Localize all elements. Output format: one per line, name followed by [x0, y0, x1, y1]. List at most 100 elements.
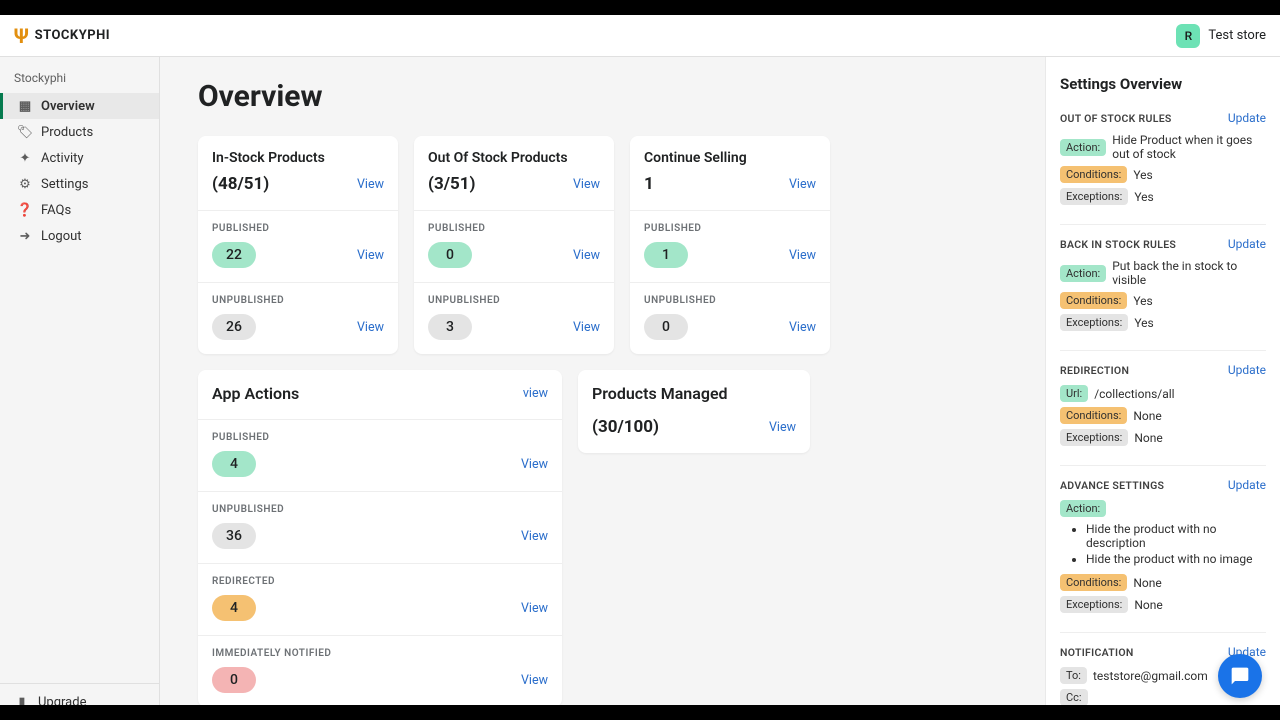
published-count: 22 — [212, 242, 256, 268]
sidebar-item-label: FAQs — [41, 203, 71, 218]
unpublished-label: UNPUBLISHED — [428, 295, 600, 306]
url-tag: Url: — [1060, 385, 1088, 402]
unpublished-count: 26 — [212, 314, 256, 340]
update-link[interactable]: Update — [1228, 237, 1266, 251]
section-title: BACK IN STOCK RULES — [1060, 238, 1176, 251]
action-tag: Action: — [1060, 500, 1106, 517]
brand-icon: Ψ — [14, 24, 29, 48]
brand-logo[interactable]: Ψ STOCKYPHI — [14, 24, 110, 48]
sidebar: Stockyphi ▦ Overview 🏷 Products ✦ Activi… — [0, 57, 160, 720]
action-tag: Action: — [1060, 139, 1106, 156]
conditions-value: Yes — [1133, 168, 1152, 182]
card-title: In-Stock Products — [212, 150, 384, 166]
settings-overview-panel: Settings Overview OUT OF STOCK RULES Upd… — [1045, 57, 1280, 720]
sidebar-item-label: Overview — [41, 99, 95, 114]
section-title: ADVANCE SETTINGS — [1060, 479, 1164, 492]
sidebar-item-overview[interactable]: ▦ Overview — [0, 93, 159, 119]
unpublished-count: 36 — [212, 523, 256, 549]
unpublished-count: 0 — [644, 314, 688, 340]
app-header: Ψ STOCKYPHI R Test store — [0, 15, 1280, 57]
sidebar-item-logout[interactable]: ➜ Logout — [0, 223, 159, 249]
url-value: /collections/all — [1094, 387, 1174, 401]
conditions-value: Yes — [1133, 294, 1152, 308]
section-advance-settings: ADVANCE SETTINGS Update Action: Hide the… — [1060, 478, 1266, 633]
list-item: Hide the product with no image — [1086, 552, 1266, 566]
activity-icon: ✦ — [17, 150, 33, 166]
card-app-actions: App Actions view PUBLISHED 4 View UNPUBL… — [198, 370, 562, 707]
action-tag: Action: — [1060, 265, 1106, 282]
redirected-count: 4 — [212, 595, 256, 621]
view-link[interactable]: View — [521, 601, 548, 616]
exceptions-tag: Exceptions: — [1060, 596, 1128, 613]
view-link[interactable]: View — [357, 248, 384, 263]
unpublished-label: UNPUBLISHED — [212, 504, 548, 515]
sidebar-item-faqs[interactable]: ❓ FAQs — [0, 197, 159, 223]
chat-widget-button[interactable] — [1218, 654, 1262, 698]
published-label: PUBLISHED — [644, 223, 816, 234]
top-black-bar — [0, 0, 1280, 15]
panel-title: Settings Overview — [1060, 75, 1266, 93]
view-link[interactable]: View — [573, 320, 600, 335]
section-bis-rules: BACK IN STOCK RULES Update Action:Put ba… — [1060, 237, 1266, 351]
store-avatar: R — [1176, 24, 1200, 48]
cc-tag: Cc: — [1060, 689, 1088, 706]
to-value: teststore@gmail.com — [1093, 669, 1208, 683]
card-value: 1 — [644, 174, 654, 194]
products-icon: 🏷 — [17, 124, 33, 140]
update-link[interactable]: Update — [1228, 478, 1266, 492]
view-link[interactable]: View — [789, 248, 816, 263]
sidebar-item-products[interactable]: 🏷 Products — [0, 119, 159, 145]
exceptions-value: Yes — [1134, 190, 1153, 204]
card-value: (30/100) — [592, 417, 659, 437]
redirected-label: REDIRECTED — [212, 576, 548, 587]
exceptions-value: None — [1134, 431, 1162, 445]
unpublished-count: 3 — [428, 314, 472, 340]
published-label: PUBLISHED — [212, 432, 548, 443]
exceptions-tag: Exceptions: — [1060, 188, 1128, 205]
exceptions-value: Yes — [1134, 316, 1153, 330]
update-link[interactable]: Update — [1228, 111, 1266, 125]
view-link[interactable]: View — [573, 248, 600, 263]
card-title: Products Managed — [592, 384, 796, 403]
conditions-tag: Conditions: — [1060, 292, 1127, 309]
published-label: PUBLISHED — [428, 223, 600, 234]
view-link[interactable]: View — [521, 457, 548, 472]
view-link[interactable]: View — [521, 673, 548, 688]
published-count: 4 — [212, 451, 256, 477]
section-title: REDIRECTION — [1060, 364, 1129, 377]
view-link[interactable]: view — [523, 386, 548, 401]
card-value: (3/51) — [428, 174, 475, 194]
sidebar-item-label: Logout — [41, 229, 82, 244]
bottom-black-bar — [0, 705, 1280, 720]
card-continue-selling: Continue Selling 1 View PUBLISHED 1 View — [630, 136, 830, 354]
view-link[interactable]: View — [357, 177, 384, 192]
help-icon: ❓ — [17, 202, 33, 218]
card-instock: In-Stock Products (48/51) View PUBLISHED… — [198, 136, 398, 354]
logout-icon: ➜ — [17, 228, 33, 244]
brand-name: STOCKYPHI — [35, 28, 111, 43]
view-link[interactable]: View — [789, 177, 816, 192]
update-link[interactable]: Update — [1228, 363, 1266, 377]
sidebar-item-label: Products — [41, 125, 93, 140]
view-link[interactable]: View — [769, 420, 796, 435]
sidebar-item-settings[interactable]: ⚙ Settings — [0, 171, 159, 197]
store-switcher[interactable]: R Test store — [1176, 24, 1266, 48]
unpublished-label: UNPUBLISHED — [212, 295, 384, 306]
card-title: Continue Selling — [644, 150, 816, 166]
view-link[interactable]: View — [573, 177, 600, 192]
conditions-value: None — [1133, 576, 1161, 590]
to-tag: To: — [1060, 667, 1087, 684]
card-outofstock: Out Of Stock Products (3/51) View PUBLIS… — [414, 136, 614, 354]
card-value: (48/51) — [212, 174, 269, 194]
conditions-value: None — [1133, 409, 1161, 423]
card-title: Out Of Stock Products — [428, 150, 600, 166]
sidebar-item-activity[interactable]: ✦ Activity — [0, 145, 159, 171]
conditions-tag: Conditions: — [1060, 407, 1127, 424]
view-link[interactable]: View — [521, 529, 548, 544]
card-title: App Actions — [212, 384, 299, 403]
chat-icon — [1230, 666, 1250, 686]
exceptions-value: None — [1134, 598, 1162, 612]
view-link[interactable]: View — [789, 320, 816, 335]
view-link[interactable]: View — [357, 320, 384, 335]
overview-icon: ▦ — [17, 98, 33, 114]
